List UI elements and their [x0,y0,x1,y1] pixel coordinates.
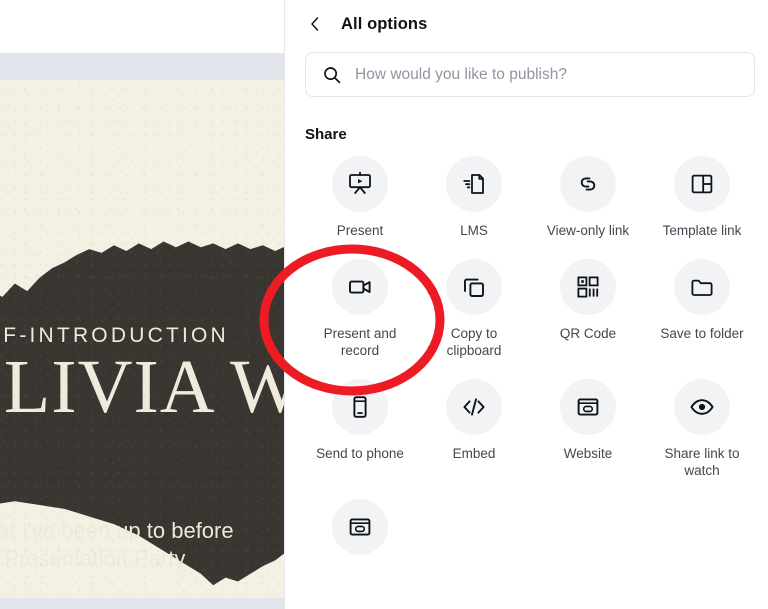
option-copy-to-clipboard[interactable]: Copy to clipboard [417,259,531,359]
folder-icon [691,279,713,296]
slide-name-text: OLIVIA WILSON [0,345,284,429]
option-label: Present and record [323,326,397,358]
back-button[interactable] [303,12,327,36]
option-website[interactable]: Website [531,379,645,479]
option-label: Embed [452,446,496,461]
option-icon-circle [446,259,502,315]
qr-code-icon [577,276,599,298]
option-website-secondary[interactable] [303,499,417,565]
template-layout-icon [691,174,713,194]
copy-icon [464,278,484,297]
code-brackets-icon [463,398,485,416]
option-icon-circle [560,379,616,435]
share-options-grid: Present LMS View-only link Template link… [303,156,759,565]
option-label: View-only link [546,223,630,238]
search-field[interactable] [305,52,755,97]
editor-background-band-bottom [0,598,284,609]
option-lms[interactable]: LMS [417,156,531,239]
option-label: LMS [460,223,488,238]
option-icon-circle [332,379,388,435]
option-label: Website [563,446,613,461]
option-present[interactable]: Present [303,156,417,239]
chevron-left-icon [311,17,319,31]
link-icon [580,177,596,191]
website-icon [577,398,599,416]
option-view-only-link[interactable]: View-only link [531,156,645,239]
option-icon-circle [560,156,616,212]
section-title-share: Share [305,126,347,143]
search-input[interactable] [355,65,738,84]
option-icon-circle [674,259,730,315]
option-present-and-record[interactable]: Present and record [303,259,417,359]
option-icon-circle [332,156,388,212]
option-icon-circle [446,379,502,435]
option-label: Send to phone [316,446,404,461]
option-label: Save to folder [660,326,744,341]
lms-document-icon [463,174,484,194]
option-icon-circle [446,156,502,212]
video-camera-icon [349,280,371,294]
option-qr-code[interactable]: QR Code [531,259,645,359]
design-editor-canvas: SELF-INTRODUCTION OLIVIA WILSON What I'v… [0,0,284,609]
option-label: Template link [662,223,742,238]
mobile-phone-icon [353,396,367,418]
option-icon-circle [332,499,388,555]
eye-icon [690,399,714,415]
screen: SELF-INTRODUCTION OLIVIA WILSON What I'v… [0,0,768,609]
option-embed[interactable]: Embed [417,379,531,479]
option-share-link-to-watch[interactable]: Share link to watch [645,379,759,479]
option-send-to-phone[interactable]: Send to phone [303,379,417,479]
option-template-link[interactable]: Template link [645,156,759,239]
option-label: Present [336,223,384,238]
option-icon-circle [332,259,388,315]
editor-background-band-top [0,53,284,80]
slide-subtitle-line-1: What I've been up to before [0,518,234,543]
present-icon [349,171,371,194]
panel-header: All options [285,0,768,48]
option-label: QR Code [559,326,617,341]
editor-top-bar [0,0,284,53]
option-label: Copy to clipboard [446,326,502,358]
option-icon-circle [560,259,616,315]
search-icon [324,66,341,83]
option-save-to-folder[interactable]: Save to folder [645,259,759,359]
option-icon-circle [674,156,730,212]
website-icon [349,518,371,536]
slide-subtitle-line-2: this Presentation Party [0,546,186,571]
page-title: All options [341,14,428,33]
share-options-panel: All options Share [284,0,768,609]
option-icon-circle [674,379,730,435]
slide-preview[interactable]: SELF-INTRODUCTION OLIVIA WILSON What I'v… [0,80,284,598]
option-label: Share link to watch [664,446,740,478]
